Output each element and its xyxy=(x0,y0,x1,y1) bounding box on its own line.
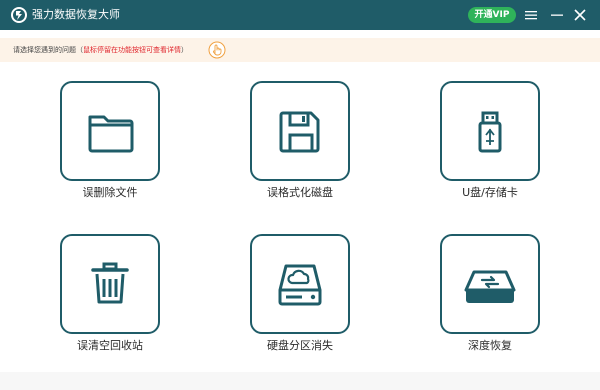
menu-icon[interactable] xyxy=(523,7,539,23)
trash-bin-icon xyxy=(91,262,129,304)
tile-deep-recovery[interactable] xyxy=(440,234,540,334)
tile-label-deep-recovery: 深度恢复 xyxy=(468,339,512,352)
bottom-strip xyxy=(0,372,600,390)
hint-text: 请选择您遇到的问题（鼠标停留在功能按钮可查看详情） xyxy=(13,45,188,55)
tile-deleted-files[interactable] xyxy=(60,81,160,181)
hint-prefix: 请选择您遇到的问题（ xyxy=(13,46,83,54)
tile-usb-card[interactable] xyxy=(440,81,540,181)
app-title: 强力数据恢复大师 xyxy=(32,8,120,21)
floppy-disk-icon xyxy=(279,111,320,153)
close-icon[interactable] xyxy=(572,7,588,23)
tile-lost-partition[interactable] xyxy=(250,234,350,334)
title-bar: 强力数据恢复大师 开通VIP xyxy=(0,0,600,30)
tile-label-formatted-disk: 误格式化磁盘 xyxy=(267,186,333,199)
tile-label-deleted-files: 误删除文件 xyxy=(82,186,138,199)
hint-highlight: 鼠标停留在功能按钮可查看详情 xyxy=(83,46,181,54)
tile-label-lost-partition: 硬盘分区消失 xyxy=(267,339,333,352)
hint-suffix: ） xyxy=(181,46,188,54)
folder-icon xyxy=(88,115,134,153)
usb-drive-icon xyxy=(478,111,502,153)
hard-drive-cloud-icon xyxy=(278,264,322,306)
minimize-icon[interactable] xyxy=(549,7,565,23)
hint-bar: 请选择您遇到的问题（鼠标停留在功能按钮可查看详情） xyxy=(0,38,600,62)
hand-pointer-icon xyxy=(208,41,226,59)
vip-button[interactable]: 开通VIP xyxy=(468,7,516,23)
tile-label-usb-card: U盘/存储卡 xyxy=(462,186,518,199)
tile-label-recycle-bin: 误清空回收站 xyxy=(77,339,143,352)
tile-recycle-bin[interactable] xyxy=(60,234,160,334)
deep-recovery-icon xyxy=(464,270,516,303)
app-logo-icon xyxy=(11,7,27,23)
tile-formatted-disk[interactable] xyxy=(250,81,350,181)
